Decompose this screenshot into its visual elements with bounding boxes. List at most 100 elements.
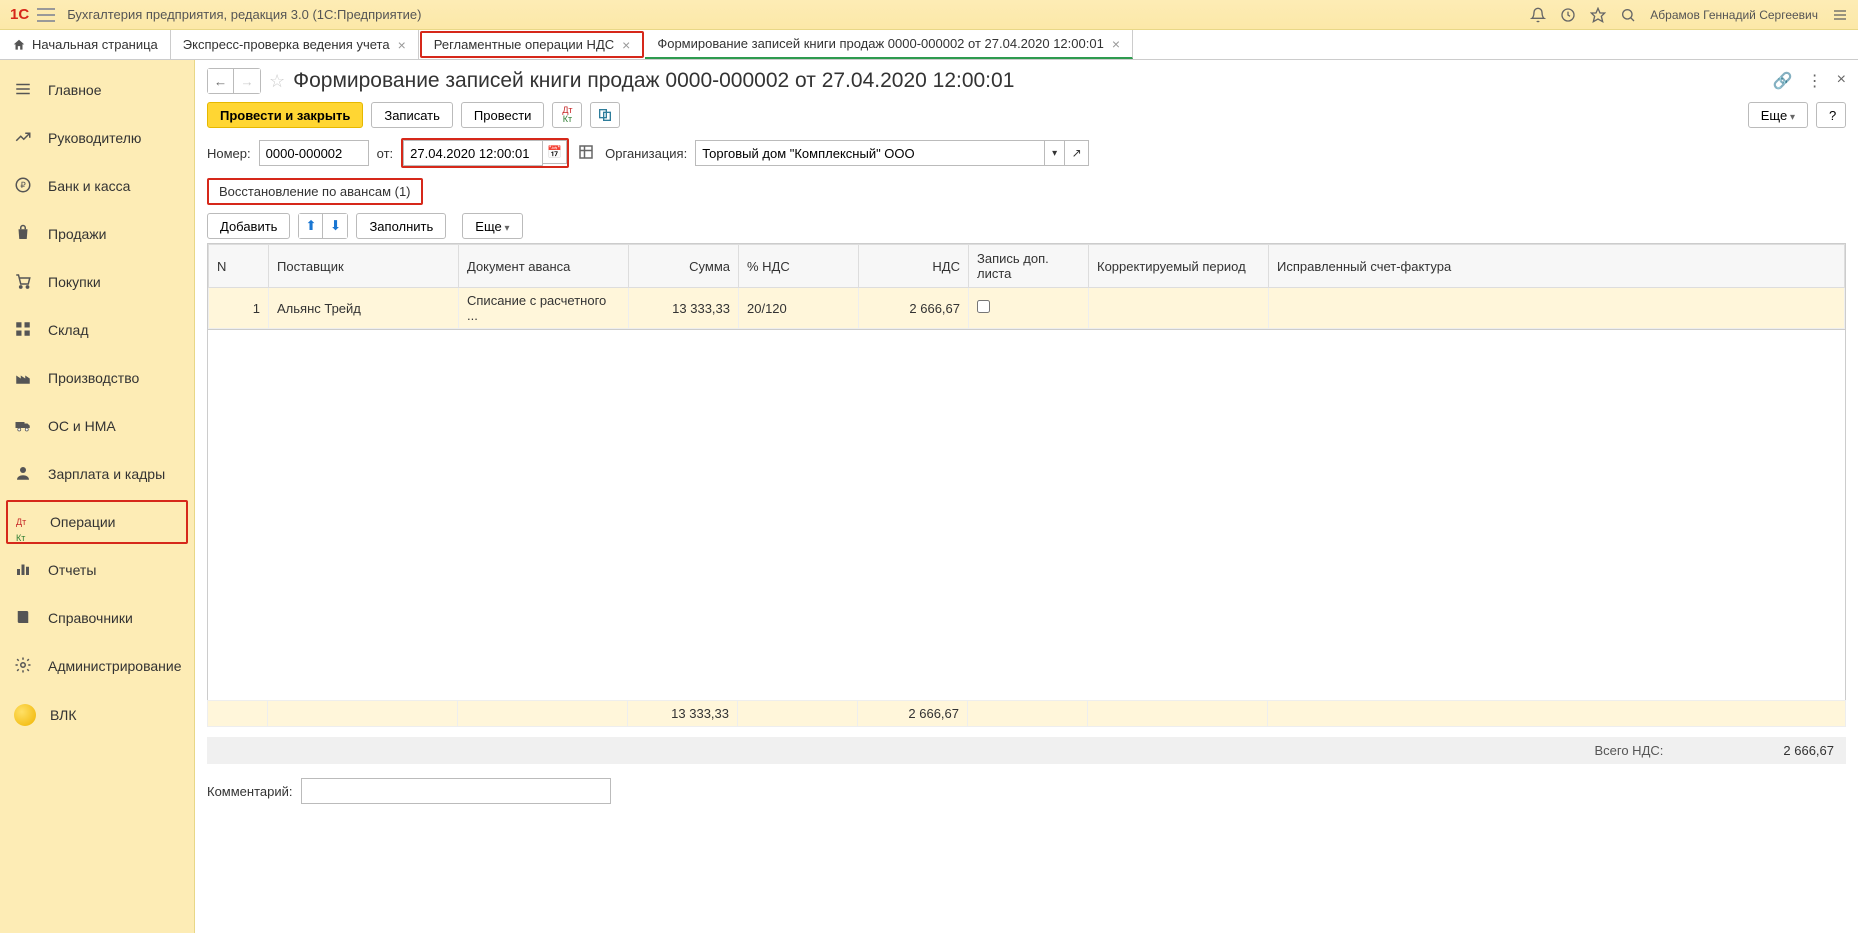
- org-select: ▾ ↗: [695, 140, 1089, 166]
- ruble-icon: ₽: [14, 176, 34, 196]
- open-external-icon[interactable]: ↗: [1065, 140, 1089, 166]
- add-button[interactable]: Добавить: [207, 213, 290, 239]
- date-input[interactable]: [403, 140, 543, 166]
- settings-bars-icon[interactable]: [1832, 7, 1848, 23]
- gear-icon: [14, 656, 34, 676]
- th-vat-rate[interactable]: % НДС: [739, 245, 859, 288]
- cell-sum: 13 333,33: [629, 288, 739, 329]
- tab-sales-book-entries[interactable]: Формирование записей книги продаж 0000-0…: [645, 30, 1133, 59]
- calendar-icon[interactable]: 📅: [543, 140, 567, 164]
- comment-label: Комментарий:: [207, 784, 293, 799]
- th-vat[interactable]: НДС: [859, 245, 969, 288]
- chart-up-icon: [14, 128, 34, 148]
- star-icon[interactable]: [1590, 7, 1606, 23]
- sidebar-item-sales[interactable]: Продажи: [0, 210, 194, 258]
- page-title: Формирование записей книги продаж 0000-0…: [293, 69, 1014, 93]
- th-supplier[interactable]: Поставщик: [269, 245, 459, 288]
- user-name[interactable]: Абрамов Геннадий Сергеевич: [1650, 8, 1818, 22]
- sidebar-item-os[interactable]: ОС и НМА: [0, 402, 194, 450]
- titlebar: 1C Бухгалтерия предприятия, редакция 3.0…: [0, 0, 1858, 30]
- date-field-highlighted: 📅: [401, 138, 569, 168]
- table-header-row: N Поставщик Документ аванса Сумма % НДС …: [209, 245, 1845, 288]
- bell-icon[interactable]: [1530, 7, 1546, 23]
- close-icon[interactable]: ×: [622, 37, 630, 53]
- link-icon[interactable]: 🔗: [1773, 71, 1793, 91]
- history-icon[interactable]: [1560, 7, 1576, 23]
- sidebar-label: Отчеты: [48, 562, 96, 578]
- close-icon[interactable]: ×: [398, 37, 406, 53]
- sidebar-label: Администрирование: [48, 658, 182, 674]
- footer-vat: 2 666,67: [858, 701, 968, 727]
- app-logo: 1C: [10, 6, 29, 23]
- table-row[interactable]: 1 Альянс Трейд Списание с расчетного ...…: [209, 288, 1845, 329]
- tabs-bar: Начальная страница Экспресс-проверка вед…: [0, 30, 1858, 60]
- th-invoice[interactable]: Исправленный счет-фактура: [1269, 245, 1845, 288]
- sidebar-label: Склад: [48, 322, 89, 338]
- hamburger-icon[interactable]: [37, 8, 55, 22]
- fill-button[interactable]: Заполнить: [356, 213, 446, 239]
- close-panel-icon[interactable]: ×: [1837, 71, 1846, 91]
- cell-invoice: [1269, 288, 1845, 329]
- menu-lines-icon: [14, 80, 34, 100]
- org-input[interactable]: [695, 140, 1045, 166]
- sidebar-item-admin[interactable]: Администрирование: [0, 642, 194, 690]
- comment-input[interactable]: [301, 778, 611, 804]
- sidebar-item-operations[interactable]: ДтКт Операции: [6, 500, 188, 544]
- extra-checkbox[interactable]: [977, 300, 990, 313]
- write-button[interactable]: Записать: [371, 102, 453, 128]
- th-sum[interactable]: Сумма: [629, 245, 739, 288]
- sidebar-item-reports[interactable]: Отчеты: [0, 546, 194, 594]
- sidebar-label: Справочники: [48, 610, 133, 626]
- sidebar-item-production[interactable]: Производство: [0, 354, 194, 402]
- search-icon[interactable]: [1620, 7, 1636, 23]
- more-button[interactable]: Еще: [1748, 102, 1808, 128]
- grid-icon: [14, 320, 34, 340]
- dtkt-icon: ДтКт: [16, 512, 36, 532]
- org-label: Организация:: [605, 146, 687, 161]
- nav-back-button[interactable]: ←: [208, 69, 234, 93]
- sidebar-item-manager[interactable]: Руководителю: [0, 114, 194, 162]
- factory-icon: [14, 368, 34, 388]
- th-doc[interactable]: Документ аванса: [459, 245, 629, 288]
- move-down-button[interactable]: ⬇: [323, 214, 347, 238]
- th-period[interactable]: Корректируемый период: [1089, 245, 1269, 288]
- tab-vat-operations[interactable]: Регламентные операции НДС ×: [420, 31, 645, 58]
- tab-express-check[interactable]: Экспресс-проверка ведения учета ×: [171, 30, 419, 59]
- dropdown-icon[interactable]: ▾: [1045, 140, 1065, 166]
- tab-home[interactable]: Начальная страница: [0, 30, 171, 59]
- sidebar-item-vlk[interactable]: ВЛК: [0, 690, 194, 740]
- tab-label: Формирование записей книги продаж 0000-0…: [657, 36, 1103, 51]
- nav-forward-button: →: [234, 69, 260, 93]
- cell-vat-rate: 20/120: [739, 288, 859, 329]
- post-and-close-button[interactable]: Провести и закрыть: [207, 102, 363, 128]
- number-input[interactable]: [259, 140, 369, 166]
- sidebar-item-catalogs[interactable]: Справочники: [0, 594, 194, 642]
- inner-tab-advances[interactable]: Восстановление по авансам (1): [207, 178, 423, 205]
- from-label: от:: [377, 146, 394, 161]
- totals-row: Всего НДС: 2 666,67: [207, 737, 1846, 764]
- move-up-button[interactable]: ⬆: [299, 214, 323, 238]
- sidebar-label: Главное: [48, 82, 102, 98]
- sidebar-item-purchases[interactable]: Покупки: [0, 258, 194, 306]
- post-button[interactable]: Провести: [461, 102, 545, 128]
- sidebar-item-bank[interactable]: ₽ Банк и касса: [0, 162, 194, 210]
- person-icon: [14, 464, 34, 484]
- sidebar-label: Зарплата и кадры: [48, 466, 165, 482]
- sidebar-label: ОС и НМА: [48, 418, 116, 434]
- help-button[interactable]: ?: [1816, 102, 1846, 128]
- sidebar-item-salary[interactable]: Зарплата и кадры: [0, 450, 194, 498]
- dtkt-button[interactable]: ДтКт: [552, 102, 582, 128]
- book-icon: [14, 608, 34, 628]
- data-table: N Поставщик Документ аванса Сумма % НДС …: [208, 244, 1845, 329]
- kebab-icon[interactable]: ⋮: [1807, 71, 1823, 91]
- sidebar-label: Руководителю: [48, 130, 141, 146]
- related-docs-button[interactable]: [590, 102, 620, 128]
- th-n[interactable]: N: [209, 245, 269, 288]
- close-icon[interactable]: ×: [1112, 36, 1120, 52]
- table-more-button[interactable]: Еще: [462, 213, 522, 239]
- toolbar: Провести и закрыть Записать Провести ДтК…: [207, 102, 1846, 128]
- sidebar-item-warehouse[interactable]: Склад: [0, 306, 194, 354]
- th-extra[interactable]: Запись доп. листа: [969, 245, 1089, 288]
- sidebar-item-main[interactable]: Главное: [0, 66, 194, 114]
- favorite-star-icon[interactable]: ☆: [269, 71, 285, 92]
